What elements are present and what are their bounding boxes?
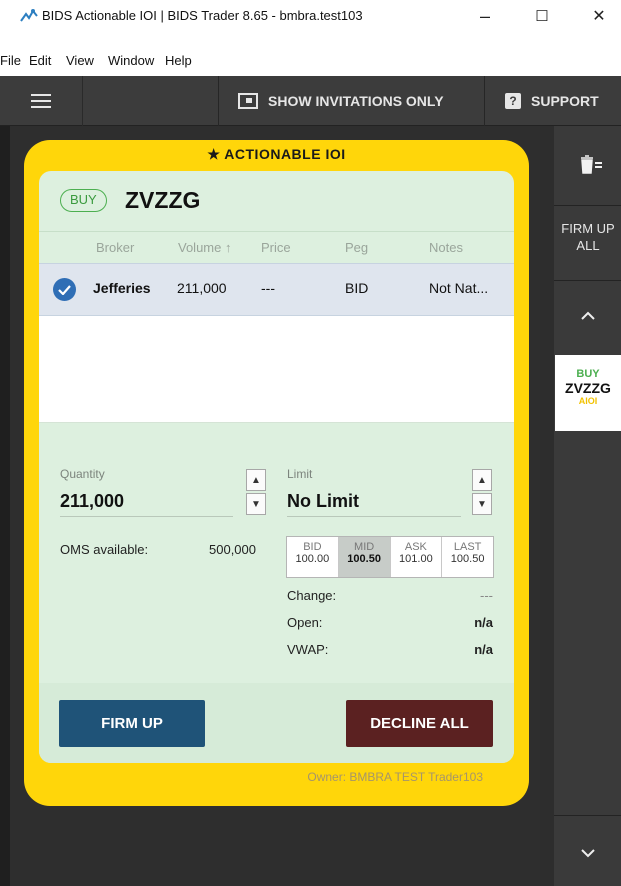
- show-invitations-label: SHOW INVITATIONS ONLY: [268, 93, 444, 109]
- quantity-underline: [60, 516, 233, 517]
- row-broker: Jefferies: [93, 280, 151, 296]
- minimize-button[interactable]: –: [462, 0, 508, 32]
- maximize-button[interactable]: ☐: [519, 0, 565, 32]
- oms-available-label: OMS available:: [60, 542, 149, 557]
- row-peg: BID: [345, 280, 369, 296]
- firm-up-all-button[interactable]: FIRM UP ALL: [555, 220, 621, 254]
- quantity-input[interactable]: 211,000: [60, 491, 124, 512]
- oms-available-value: 500,000: [209, 542, 256, 557]
- column-peg[interactable]: Peg: [345, 240, 368, 255]
- open-label: Open:: [287, 615, 323, 630]
- toolbar: SHOW INVITATIONS ONLY ? SUPPORT: [0, 76, 621, 126]
- table-header: Broker Volume ↑ Price Peg Notes: [39, 231, 514, 263]
- limit-down-icon[interactable]: ▼: [472, 493, 492, 515]
- menu-window[interactable]: Window: [108, 53, 154, 68]
- sidebar-separator: [554, 815, 621, 816]
- chevron-up-icon: [581, 311, 595, 320]
- change-value: ---: [480, 588, 493, 603]
- sidebar-separator: [554, 280, 621, 281]
- limit-input[interactable]: No Limit: [287, 491, 359, 512]
- table-empty-area: [39, 316, 514, 423]
- vwap-label: VWAP:: [287, 642, 329, 657]
- show-invitations-only-button[interactable]: SHOW INVITATIONS ONLY: [238, 76, 444, 126]
- open-value: n/a: [474, 615, 493, 630]
- help-icon: ?: [505, 93, 521, 109]
- firm-up-button[interactable]: FIRM UP: [59, 700, 205, 747]
- column-price[interactable]: Price: [261, 240, 291, 255]
- chevron-down-icon: [581, 848, 595, 857]
- quote-last-button[interactable]: LAST 100.50: [442, 537, 493, 577]
- support-button[interactable]: ? SUPPORT: [505, 76, 599, 126]
- mini-ioi-tile[interactable]: BUY ZVZZG AIOI: [555, 355, 621, 431]
- title-bar: BIDS Actionable IOI | BIDS Trader 8.65 -…: [0, 0, 621, 32]
- toolbar-divider: [484, 76, 485, 126]
- checkmark-icon[interactable]: [53, 278, 76, 301]
- side-badge: BUY: [60, 189, 107, 212]
- toolbar-divider: [218, 76, 219, 126]
- row-price: ---: [261, 280, 275, 296]
- row-volume: 211,000: [177, 280, 227, 296]
- sidebar-dark-column: [540, 126, 554, 886]
- app-logo-icon: [20, 9, 38, 22]
- action-footer: FIRM UP DECLINE ALL: [39, 683, 514, 763]
- scroll-up-button[interactable]: [555, 300, 621, 330]
- owner-label: Owner: BMBRA TEST Trader103: [307, 770, 483, 784]
- table-row[interactable]: Jefferies 211,000 --- BID Not Nat...: [39, 263, 514, 316]
- quote-bid-button[interactable]: BID 100.00: [287, 537, 339, 577]
- quote-ask-button[interactable]: ASK 101.00: [391, 537, 443, 577]
- limit-up-icon[interactable]: ▲: [472, 469, 492, 491]
- ioi-detail-panel: BUY ZVZZG Broker Volume ↑ Price Peg Note…: [39, 171, 514, 763]
- window-title: BIDS Actionable IOI | BIDS Trader 8.65 -…: [42, 8, 363, 23]
- quantity-label: Quantity: [60, 467, 105, 481]
- quantity-stepper[interactable]: ▲ ▼: [246, 469, 266, 515]
- menu-view[interactable]: View: [66, 53, 94, 68]
- card-header: ★ ACTIONABLE IOI: [207, 146, 346, 162]
- quantity-down-icon[interactable]: ▼: [246, 493, 266, 515]
- limit-stepper[interactable]: ▲ ▼: [472, 469, 492, 515]
- symbol-title: ZVZZG: [125, 187, 201, 213]
- column-notes[interactable]: Notes: [429, 240, 463, 255]
- quote-mid-button[interactable]: MID 100.50: [338, 537, 391, 577]
- support-label: SUPPORT: [531, 93, 599, 109]
- change-label: Change:: [287, 588, 337, 603]
- limit-label: Limit: [287, 467, 313, 481]
- price-quote-selector: BID 100.00 MID 100.50 ASK 101.00 LAST 100.50: [286, 536, 494, 578]
- menu-bar: File Edit View Window Help: [0, 32, 621, 76]
- hamburger-menu-icon[interactable]: [0, 76, 83, 126]
- scroll-down-button[interactable]: [555, 838, 621, 868]
- column-broker[interactable]: Broker: [96, 240, 134, 255]
- close-button[interactable]: ✕: [576, 0, 621, 32]
- decline-all-button[interactable]: DECLINE ALL: [346, 700, 493, 747]
- mini-symbol-label: ZVZZG: [565, 380, 611, 396]
- limit-underline: [287, 516, 461, 517]
- sidebar-separator: [554, 205, 621, 206]
- delete-list-icon[interactable]: [578, 153, 604, 175]
- quantity-up-icon[interactable]: ▲: [246, 469, 266, 491]
- row-notes: Not Nat...: [429, 280, 489, 296]
- menu-help[interactable]: Help: [165, 53, 192, 68]
- menu-file[interactable]: File: [0, 53, 21, 68]
- vwap-value: n/a: [474, 642, 493, 657]
- column-volume[interactable]: Volume ↑: [178, 240, 231, 255]
- menu-edit[interactable]: Edit: [29, 53, 51, 68]
- mini-aioi-tag: AIOI: [578, 396, 598, 406]
- invitation-toggle-icon: [238, 93, 258, 109]
- mini-side-label: BUY: [576, 368, 600, 380]
